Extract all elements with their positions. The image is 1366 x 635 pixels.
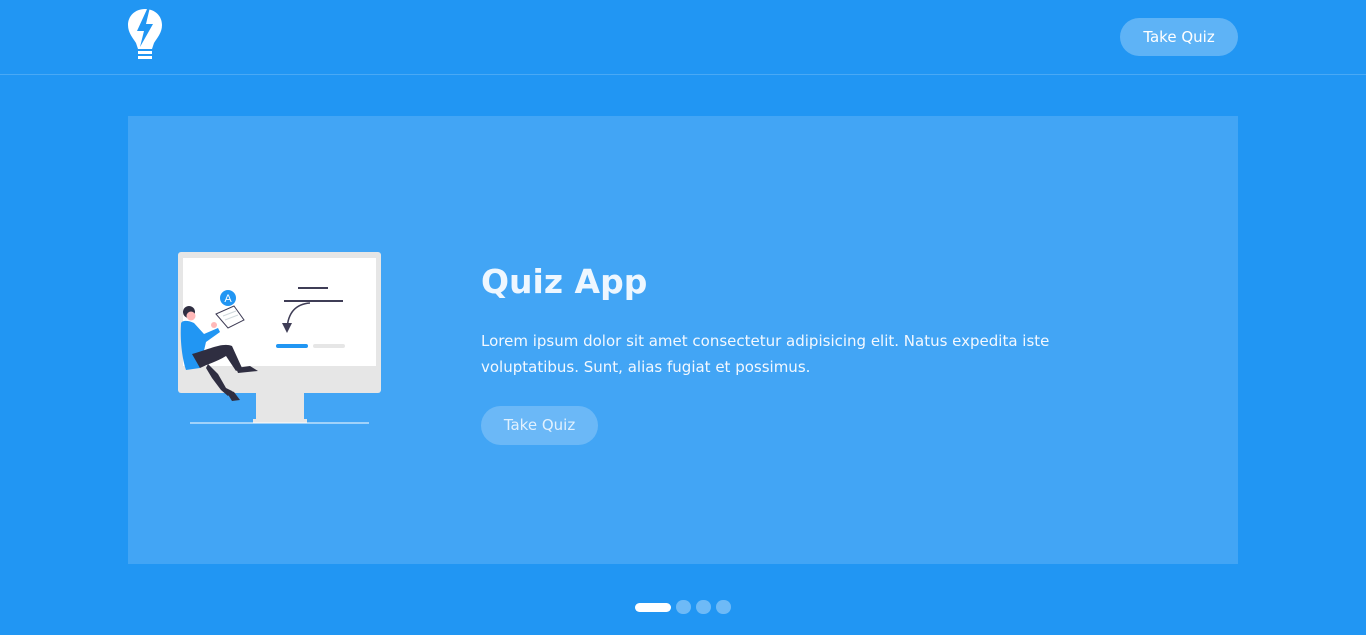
carousel-slide: A Quiz App Lorem ipsum dolor sit amet co… [128, 116, 1238, 564]
slide-description: Lorem ipsum dolor sit amet consectetur a… [481, 332, 1050, 376]
lightbulb-bolt-icon[interactable] [128, 7, 162, 63]
take-quiz-slide-button[interactable]: Take Quiz [481, 406, 598, 445]
carousel-indicator-2[interactable] [676, 600, 691, 614]
carousel-indicator-1[interactable] [635, 602, 671, 612]
slide-title: Quiz App [481, 262, 648, 301]
person-taking-quiz-on-monitor-illustration: A [178, 250, 386, 426]
take-quiz-nav-button[interactable]: Take Quiz [1120, 18, 1238, 56]
carousel-indicators [635, 600, 736, 614]
navbar: Take Quiz [0, 0, 1366, 75]
illustration-badge-text: A [224, 293, 232, 305]
carousel-indicator-3[interactable] [696, 600, 711, 614]
carousel-indicator-4[interactable] [716, 600, 731, 614]
slide-content: Quiz App Lorem ipsum dolor sit amet cons… [481, 260, 1121, 445]
